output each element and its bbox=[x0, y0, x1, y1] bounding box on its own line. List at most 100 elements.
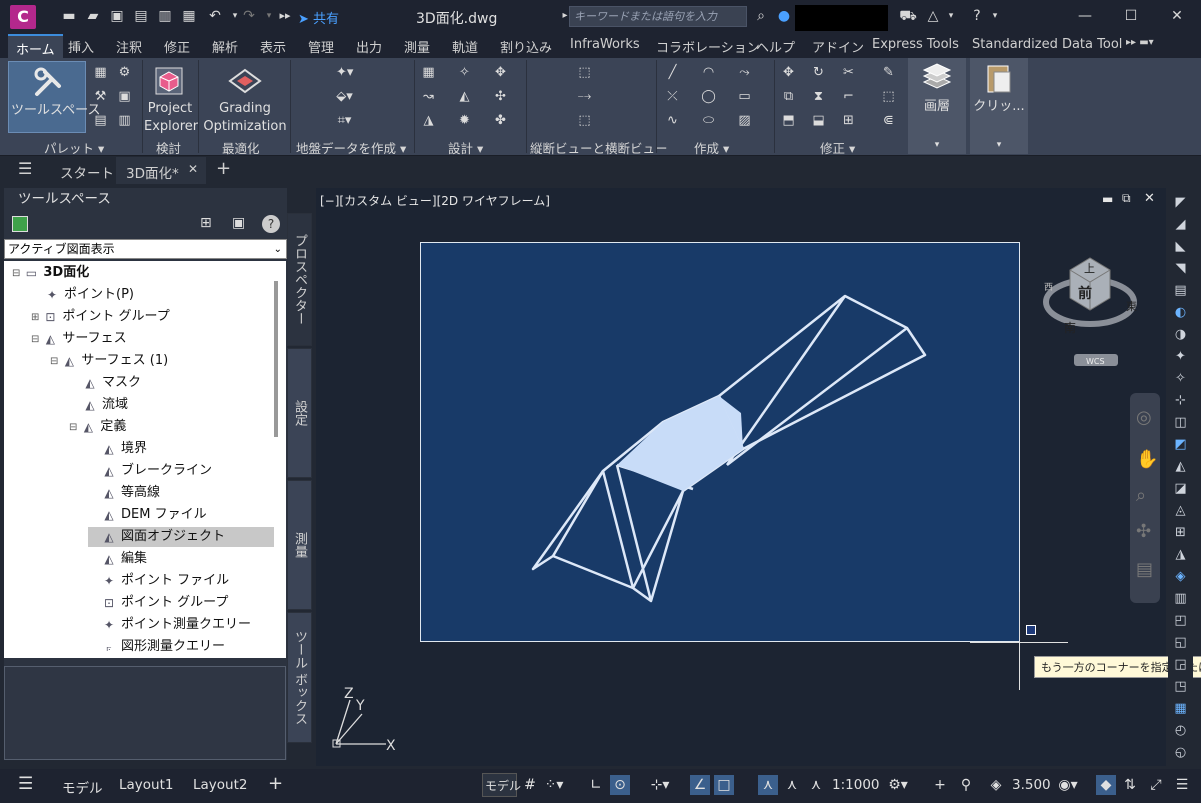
close-icon[interactable]: ✕ bbox=[1168, 8, 1186, 24]
clipboard-button[interactable]: クリッ... ▾ bbox=[970, 58, 1028, 154]
civil-tool-icon[interactable]: ◑ bbox=[1172, 326, 1189, 343]
tree-node[interactable]: ⊟ ◭ サーフェス bbox=[31, 329, 127, 349]
collapse-icon[interactable]: ⊟ bbox=[69, 422, 77, 433]
model-space-button[interactable]: モデル bbox=[482, 773, 521, 797]
construction-line-icon[interactable]: ⤫ bbox=[664, 88, 681, 105]
expand-icon[interactable]: ⊞ bbox=[31, 312, 39, 323]
grid-icon[interactable]: # bbox=[520, 775, 540, 795]
panel-title-draw[interactable]: 作成 ▾ bbox=[694, 138, 729, 157]
steering-wheel-icon[interactable]: ◎ bbox=[1136, 407, 1152, 428]
tab-output[interactable]: 出力 bbox=[356, 37, 382, 56]
civil-tool-icon[interactable]: ◤ bbox=[1172, 194, 1189, 211]
tree-node[interactable]: ✦ ポイント ファイル bbox=[88, 571, 229, 591]
tab-survey[interactable]: 測量 bbox=[404, 37, 430, 56]
civil-tool-icon[interactable]: ◥ bbox=[1172, 260, 1189, 277]
tree-scrollbar[interactable] bbox=[274, 281, 278, 437]
feature-line-icon[interactable]: ✧ bbox=[456, 64, 473, 81]
tab-modify[interactable]: 修正 bbox=[164, 37, 190, 56]
tab-start[interactable]: スタート bbox=[60, 162, 114, 182]
pan-icon[interactable]: ✋ bbox=[1136, 449, 1158, 470]
toolspace-button[interactable]: ツールスペース bbox=[8, 61, 100, 133]
zoom-icon[interactable]: ⌕ bbox=[1136, 485, 1146, 506]
properties-icon[interactable]: ▤ bbox=[92, 112, 109, 129]
maximize-icon[interactable]: ☐ bbox=[1122, 8, 1140, 24]
save-as-icon[interactable]: ▤ bbox=[132, 8, 150, 24]
tag-icon[interactable]: ◆ bbox=[1096, 775, 1116, 795]
help-icon[interactable]: ? bbox=[262, 215, 280, 233]
autodesk-app-icon[interactable]: △ bbox=[924, 8, 942, 24]
workspace-gear-icon[interactable]: ⚙▾ bbox=[888, 775, 908, 795]
viewport-minimize-icon[interactable]: ▬ bbox=[1102, 192, 1113, 206]
viewport-controls[interactable]: [−][カスタム ビュー][2D ワイヤフレーム] bbox=[320, 192, 550, 209]
intersection-icon[interactable]: ✥ bbox=[492, 64, 509, 81]
new-layout-icon[interactable]: + bbox=[268, 773, 283, 794]
ellipse-icon[interactable]: ⬭ bbox=[700, 112, 717, 129]
panel-title-palette[interactable]: パレット ▾ bbox=[44, 138, 104, 157]
prospector-mode-icon[interactable] bbox=[12, 216, 28, 232]
tree-node[interactable]: ✦ ポイント(P) bbox=[31, 285, 134, 305]
civil-tool-icon[interactable]: ◰ bbox=[1172, 612, 1189, 629]
tab-infraworks[interactable]: InfraWorks bbox=[570, 37, 640, 52]
compass-west-label[interactable]: 西 bbox=[1044, 282, 1053, 293]
redo-icon[interactable]: ↷ bbox=[240, 8, 258, 24]
tab-help[interactable]: ヘルプ bbox=[756, 37, 795, 56]
civil-tool-icon[interactable]: ◩ bbox=[1172, 436, 1189, 453]
isolate-objects-icon[interactable]: ◉▾ bbox=[1058, 775, 1078, 795]
user-icon[interactable]: ● bbox=[775, 8, 793, 24]
explode-icon[interactable]: ⬚ bbox=[880, 88, 897, 105]
civil-tool-icon[interactable]: ◈ bbox=[1172, 568, 1189, 585]
undo-icon[interactable]: ↶ bbox=[206, 8, 224, 24]
tree-node[interactable]: ◭ マスク bbox=[69, 373, 141, 393]
tree-node[interactable]: ◭ DEM ファイル bbox=[88, 505, 206, 525]
showmotion-icon[interactable]: ▤ bbox=[1136, 559, 1153, 580]
section-view-icon[interactable]: ⬚ bbox=[576, 112, 593, 129]
tab-rail[interactable]: 軌道 bbox=[452, 37, 478, 56]
tree-node[interactable]: ◭ 編集 bbox=[88, 549, 147, 569]
model-viewport[interactable]: [−][カスタム ビュー][2D ワイヤフレーム] ▬ ⧉ ✕ もう一方のコーナ… bbox=[316, 188, 1201, 766]
more-tabs-icon[interactable]: ▸▸ ▬▾ bbox=[1126, 37, 1154, 48]
line-icon[interactable]: ╱ bbox=[664, 64, 681, 81]
help-dropdown-icon[interactable]: ▾ bbox=[986, 8, 1004, 24]
viewcube-top-label[interactable]: 上 bbox=[1084, 262, 1095, 275]
move-icon[interactable]: ✥ bbox=[780, 64, 797, 81]
tab-express-tools[interactable]: Express Tools bbox=[872, 37, 959, 52]
tree-node[interactable]: ⊟ ◭ サーフェス (1) bbox=[50, 351, 168, 371]
layer-elevation-icon[interactable]: ◈ bbox=[986, 775, 1006, 795]
tree-node[interactable]: ◭ ブレークライン bbox=[88, 461, 212, 481]
app-icon[interactable]: C bbox=[10, 5, 36, 29]
collapse-icon[interactable]: ⊟ bbox=[31, 334, 39, 345]
tab-standardized-data-tool[interactable]: Standardized Data Tool bbox=[972, 37, 1122, 52]
parcel-icon[interactable]: ▦ bbox=[420, 64, 437, 81]
panel-title-create-ground[interactable]: 地盤データを作成 ▾ bbox=[296, 138, 406, 157]
civil-tool-icon[interactable]: ▥ bbox=[1172, 590, 1189, 607]
prospector-icon[interactable]: ▦ bbox=[92, 64, 109, 81]
civil-tool-icon[interactable]: ◬ bbox=[1172, 502, 1189, 519]
layout-tab-layout2[interactable]: Layout2 bbox=[193, 777, 247, 793]
grading-icon[interactable]: ◭ bbox=[456, 88, 473, 105]
plot-icon[interactable]: ▥ bbox=[156, 8, 174, 24]
panel-title-design[interactable]: 設計 ▾ bbox=[448, 138, 483, 157]
isodraft-icon[interactable]: ⊹▾ bbox=[650, 775, 670, 795]
collapse-icon[interactable]: ⊟ bbox=[12, 268, 20, 279]
scale-icon[interactable]: ⬓ bbox=[810, 112, 827, 129]
tree-node[interactable]: ◭ 境界 bbox=[88, 439, 147, 459]
item-view-icon[interactable]: ⊞ bbox=[200, 215, 212, 231]
snap-icon[interactable]: ⁘▾ bbox=[544, 775, 564, 795]
trim-icon[interactable]: ✂ bbox=[840, 64, 857, 81]
layout-menu-icon[interactable]: ☰ bbox=[18, 774, 33, 794]
units-icon[interactable]: ⚲ bbox=[956, 775, 976, 795]
civil-tool-icon[interactable]: ◢ bbox=[1172, 216, 1189, 233]
panel-icon[interactable]: ▥ bbox=[116, 112, 133, 129]
tree-node[interactable]: ⟔ 図形測量クエリー bbox=[88, 637, 225, 657]
side-tab-survey[interactable]: 測量 bbox=[287, 480, 312, 610]
settings-gear-icon[interactable]: ⚙ bbox=[116, 64, 133, 81]
spline-icon[interactable]: ∿ bbox=[664, 112, 681, 129]
collapse-icon[interactable]: ⊟ bbox=[50, 356, 58, 367]
viewcube-front-label[interactable]: 前 bbox=[1078, 285, 1092, 302]
side-tab-toolbox[interactable]: ツール ボックス bbox=[287, 612, 312, 743]
view-select[interactable]: アクティブ図面表示 ⌄ bbox=[4, 239, 287, 259]
point-create-icon[interactable]: ✦▾ bbox=[336, 64, 353, 81]
civil-tool-icon[interactable]: ◮ bbox=[1172, 546, 1189, 563]
tree-node[interactable]: ⊡ ポイント グループ bbox=[88, 593, 228, 613]
elevation-value[interactable]: 3.500 bbox=[1012, 777, 1051, 793]
